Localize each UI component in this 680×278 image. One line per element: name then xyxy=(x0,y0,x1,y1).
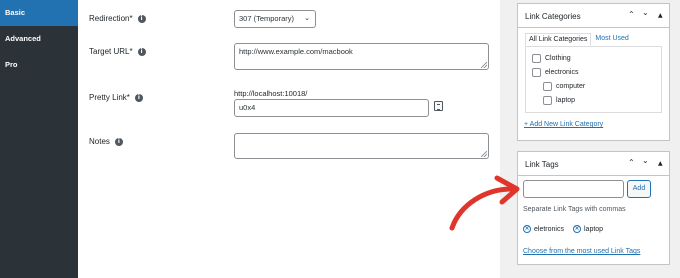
category-checkbox[interactable] xyxy=(543,96,552,105)
category-item: electronics xyxy=(532,68,578,77)
move-down-icon[interactable]: ⌄ xyxy=(642,8,649,17)
info-icon[interactable]: i xyxy=(137,47,146,56)
link-options-panel: Redirection* i 307 (Temporary) ⌄ Target … xyxy=(78,0,500,278)
pretty-link-label: Pretty Link* xyxy=(89,93,130,102)
tab-advanced[interactable]: Advanced xyxy=(0,26,78,52)
target-url-label: Target URL* xyxy=(89,47,133,56)
chevron-down-icon: ⌄ xyxy=(304,15,310,22)
add-new-category-link[interactable]: + Add New Link Category xyxy=(524,121,603,128)
info-icon[interactable]: i xyxy=(137,14,146,23)
redirection-select[interactable]: 307 (Temporary) ⌄ xyxy=(234,10,316,28)
target-url-input[interactable]: http://www.example.com/macbook xyxy=(234,43,489,70)
redirection-value: 307 (Temporary) xyxy=(239,14,295,23)
category-checkbox[interactable] xyxy=(543,82,552,91)
settings-tab-bar: Basic Advanced Pro xyxy=(0,0,78,278)
link-categories-header: Link Categories ⌃ ⌄ ▲ xyxy=(518,4,669,28)
info-icon[interactable]: i xyxy=(134,93,143,102)
notes-label: Notes xyxy=(89,137,110,146)
category-tabs: All Link Categories Most Used xyxy=(525,33,632,46)
redirection-label: Redirection* xyxy=(89,14,133,23)
resize-handle-icon[interactable] xyxy=(481,62,487,68)
category-checkbox[interactable] xyxy=(532,68,541,77)
category-checkbox[interactable] xyxy=(532,54,541,63)
tags-hint: Separate Link Tags with commas xyxy=(523,206,626,213)
link-tags-header: Link Tags ⌃ ⌄ ▲ xyxy=(518,152,669,176)
move-up-icon[interactable]: ⌃ xyxy=(628,10,635,19)
category-item: computer xyxy=(543,82,585,91)
target-url-value: http://www.example.com/macbook xyxy=(239,47,353,56)
redirection-row-label: Redirection* i xyxy=(89,14,146,23)
copy-to-clipboard-icon[interactable] xyxy=(434,101,443,111)
link-categories-box: Link Categories ⌃ ⌄ ▲ All Link Categorie… xyxy=(517,3,670,141)
info-icon[interactable]: i xyxy=(114,137,123,146)
tab-most-used[interactable]: Most Used xyxy=(591,33,631,46)
pretty-link-slug-input[interactable]: u0x4 xyxy=(234,99,429,117)
tab-all-link-categories[interactable]: All Link Categories xyxy=(525,33,592,46)
category-label: Clothing xyxy=(545,55,571,62)
pretty-link-row-label: Pretty Link* i xyxy=(89,93,143,102)
tab-basic[interactable]: Basic xyxy=(0,0,78,26)
collapse-toggle-icon[interactable]: ▲ xyxy=(658,12,663,19)
tab-pro[interactable]: Pro xyxy=(0,52,78,78)
link-categories-title: Link Categories xyxy=(525,12,581,21)
category-label: laptop xyxy=(556,97,576,104)
resize-handle-icon[interactable] xyxy=(481,151,487,157)
tag-chip: × laptop xyxy=(573,225,603,233)
tag-label: laptop xyxy=(584,225,604,233)
notes-row-label: Notes i xyxy=(89,137,123,146)
notes-input[interactable] xyxy=(234,133,489,159)
category-label: electronics xyxy=(545,69,579,76)
move-down-icon[interactable]: ⌄ xyxy=(642,156,649,165)
category-item: Clothing xyxy=(532,54,571,63)
choose-most-used-tags-link[interactable]: Choose from the most used Link Tags xyxy=(523,248,640,255)
remove-tag-icon[interactable]: × xyxy=(573,225,581,233)
category-checklist: Clothing electronics computer laptop xyxy=(525,46,662,113)
link-tags-title: Link Tags xyxy=(525,160,559,169)
pretty-link-host: http://localhost:10018/ xyxy=(234,89,308,98)
move-up-icon[interactable]: ⌃ xyxy=(628,158,635,167)
target-url-row-label: Target URL* i xyxy=(89,47,146,56)
remove-tag-icon[interactable]: × xyxy=(523,225,531,233)
tag-chip: × eletronics xyxy=(523,225,564,233)
tag-label: eletronics xyxy=(534,225,564,233)
new-tag-input[interactable] xyxy=(523,180,624,198)
category-item: laptop xyxy=(543,96,575,105)
add-tag-button[interactable]: Add xyxy=(627,180,651,198)
category-label: computer xyxy=(556,83,586,90)
collapse-toggle-icon[interactable]: ▲ xyxy=(658,160,663,167)
